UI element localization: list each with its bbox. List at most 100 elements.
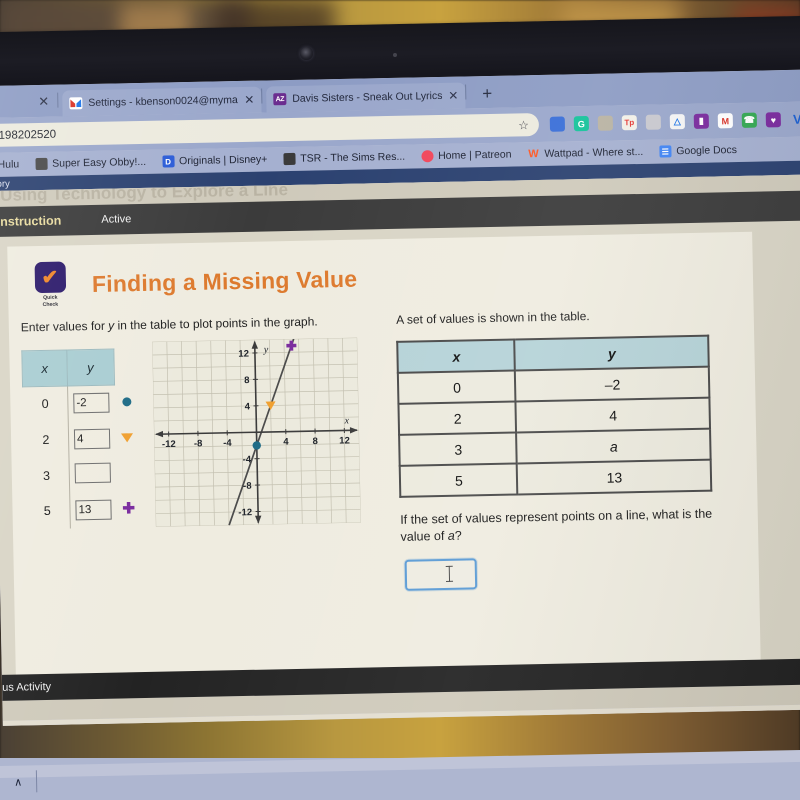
wattpad-icon: W [528, 148, 539, 161]
values-y: 13 [517, 459, 712, 495]
graph-svg[interactable]: -12 -8 -4 4 8 12 -12 -8 -4 4 8 12 x y [151, 337, 361, 528]
bookmark-label: Originals | Disney+ [179, 153, 268, 168]
phone-extension-icon[interactable]: ☎ [741, 112, 757, 128]
bookmark-google-docs[interactable]: ☰ Google Docs [659, 144, 737, 158]
values-table: x y 0 –2 2 4 3 a 5 13 [397, 335, 713, 498]
gmail-extension-icon[interactable]: M [717, 113, 733, 129]
bookmark-patreon[interactable]: Home | Patreon [421, 149, 512, 163]
values-y: –2 [515, 366, 710, 402]
y-tick-label: 8 [244, 375, 250, 386]
bookmark-star-icon[interactable]: ☆ [518, 118, 529, 132]
new-tab-button[interactable]: + [482, 84, 492, 104]
roblox-icon [35, 157, 48, 171]
x-tick-label: 12 [339, 435, 350, 446]
page-title: Finding a Missing Value [91, 265, 358, 297]
y-tick-label: -8 [243, 481, 252, 492]
chat-extension-icon[interactable]: ▮ [693, 113, 709, 129]
table-row: 2 4 [23, 420, 140, 459]
values-x: 2 [398, 401, 517, 435]
circle-marker-icon [122, 397, 132, 407]
right-panel-intro: A set of values is shown in the table. [396, 309, 590, 327]
y-input-row2[interactable]: 4 [73, 428, 111, 450]
values-y-unknown: a [516, 428, 712, 464]
gmail-favicon-icon [69, 97, 83, 110]
close-icon[interactable]: ✕ [244, 93, 254, 107]
extension-icon[interactable] [597, 115, 614, 131]
bookmark-label: TSR - The Sims Res... [300, 150, 406, 165]
table-row: 0 -2 [22, 384, 140, 423]
values-x: 0 [398, 370, 516, 404]
checkmark-icon: ✔ [34, 261, 66, 294]
right-panel: A set of values is shown in the table. x… [390, 306, 759, 591]
y-input-row3[interactable] [74, 462, 111, 484]
x-tick-label: -8 [193, 438, 202, 449]
azlyrics-favicon-icon: AZ [273, 93, 287, 106]
entry-header-y: y [66, 349, 115, 386]
entry-x-value: 3 [23, 457, 70, 494]
y-axis-label: y [262, 344, 268, 355]
values-header-x: x [397, 339, 516, 373]
heart-extension-icon[interactable]: ♥ [765, 112, 781, 128]
y-input-row1[interactable]: -2 [73, 393, 110, 414]
google-docs-icon: ☰ [659, 145, 672, 158]
coordinate-graph[interactable]: -12 -8 -4 4 8 12 -12 -8 -4 4 8 12 x y [151, 337, 361, 528]
bookmark-tsr[interactable]: TSR - The Sims Res... [283, 150, 406, 166]
table-row: 3 [23, 456, 141, 494]
bookmark-label: Google Docs [676, 144, 738, 158]
bookmark-label: Wattpad - Where st... [544, 145, 644, 160]
teacherpage-icon[interactable]: Tp [621, 115, 638, 131]
tab-close-icon[interactable]: ✕ [38, 94, 49, 110]
answer-input[interactable] [405, 558, 478, 591]
bookmark-hulu[interactable]: Hulu [0, 158, 19, 170]
previous-activity-button[interactable]: ous Activity [0, 681, 51, 694]
entry-y-cell: 13 [70, 492, 117, 529]
windows-taskbar: p ∧ [0, 749, 800, 800]
question-text: If the set of values represent points on… [400, 505, 721, 545]
plus-marker-icon: ✚ [122, 500, 136, 518]
data-point-plus [288, 340, 293, 351]
x-tick-label: 8 [312, 436, 318, 447]
extension-grey-icon[interactable] [645, 114, 662, 130]
values-header-y: y [514, 335, 710, 371]
entry-x-value: 0 [22, 385, 69, 423]
bookmark-wattpad[interactable]: W Wattpad - Where st... [527, 146, 643, 160]
patreon-icon [421, 150, 434, 163]
y-tick-label: 4 [244, 401, 250, 412]
y-input-row4[interactable]: 13 [75, 499, 112, 521]
taskbar-divider [36, 770, 38, 793]
address-bar-url: /5198202520 [0, 128, 57, 142]
bookmark-label: Hulu [0, 158, 20, 171]
marker-cell [115, 456, 140, 492]
tab-title: Davis Sisters - Sneak Out Lyrics | [292, 89, 443, 105]
tsr-icon [283, 152, 296, 166]
bookmark-super-easy-obby[interactable]: Super Easy Obby!... [35, 155, 147, 171]
left-panel: Enter values for y in the table to plot … [9, 313, 396, 598]
tab-divider [57, 92, 59, 108]
marker-cell [115, 420, 140, 456]
nav-instruction[interactable]: Instruction [0, 214, 61, 229]
webcam-indicator-icon [393, 53, 397, 57]
save-to-drive-icon[interactable] [549, 116, 566, 132]
text-cursor-icon [449, 565, 451, 582]
vimeo-icon[interactable]: V [790, 112, 800, 127]
grammarly-icon[interactable]: G [573, 115, 590, 132]
values-y: 4 [515, 397, 711, 433]
close-icon[interactable]: ✕ [448, 89, 458, 103]
x-tick-label: -12 [161, 439, 175, 450]
bookmark-label: Super Easy Obby!... [52, 155, 147, 170]
chevron-up-icon[interactable]: ∧ [14, 775, 22, 788]
x-axis-label: x [343, 415, 349, 426]
google-drive-icon[interactable]: △ [669, 114, 686, 130]
nav-active[interactable]: Active [101, 213, 131, 226]
bookmark-disney-plus[interactable]: D Originals | Disney+ [162, 153, 268, 168]
entry-x-value: 5 [24, 492, 71, 530]
address-bar[interactable]: /5198202520 ☆ [0, 112, 540, 148]
quick-check-badge: ✔ Quick Check [30, 261, 71, 308]
disney-icon: D [162, 155, 175, 168]
browser-tab-lyrics[interactable]: AZ Davis Sisters - Sneak Out Lyrics | ✕ [266, 82, 466, 113]
entry-table: x y 0 -2 2 4 3 5 13 ✚ [21, 348, 141, 530]
table-row: 5 13 [400, 459, 712, 497]
browser-tab-settings[interactable]: Settings - kbenson0024@mymar ✕ [62, 86, 262, 117]
entry-y-cell: -2 [68, 385, 115, 422]
triangle-marker-icon [121, 433, 134, 443]
